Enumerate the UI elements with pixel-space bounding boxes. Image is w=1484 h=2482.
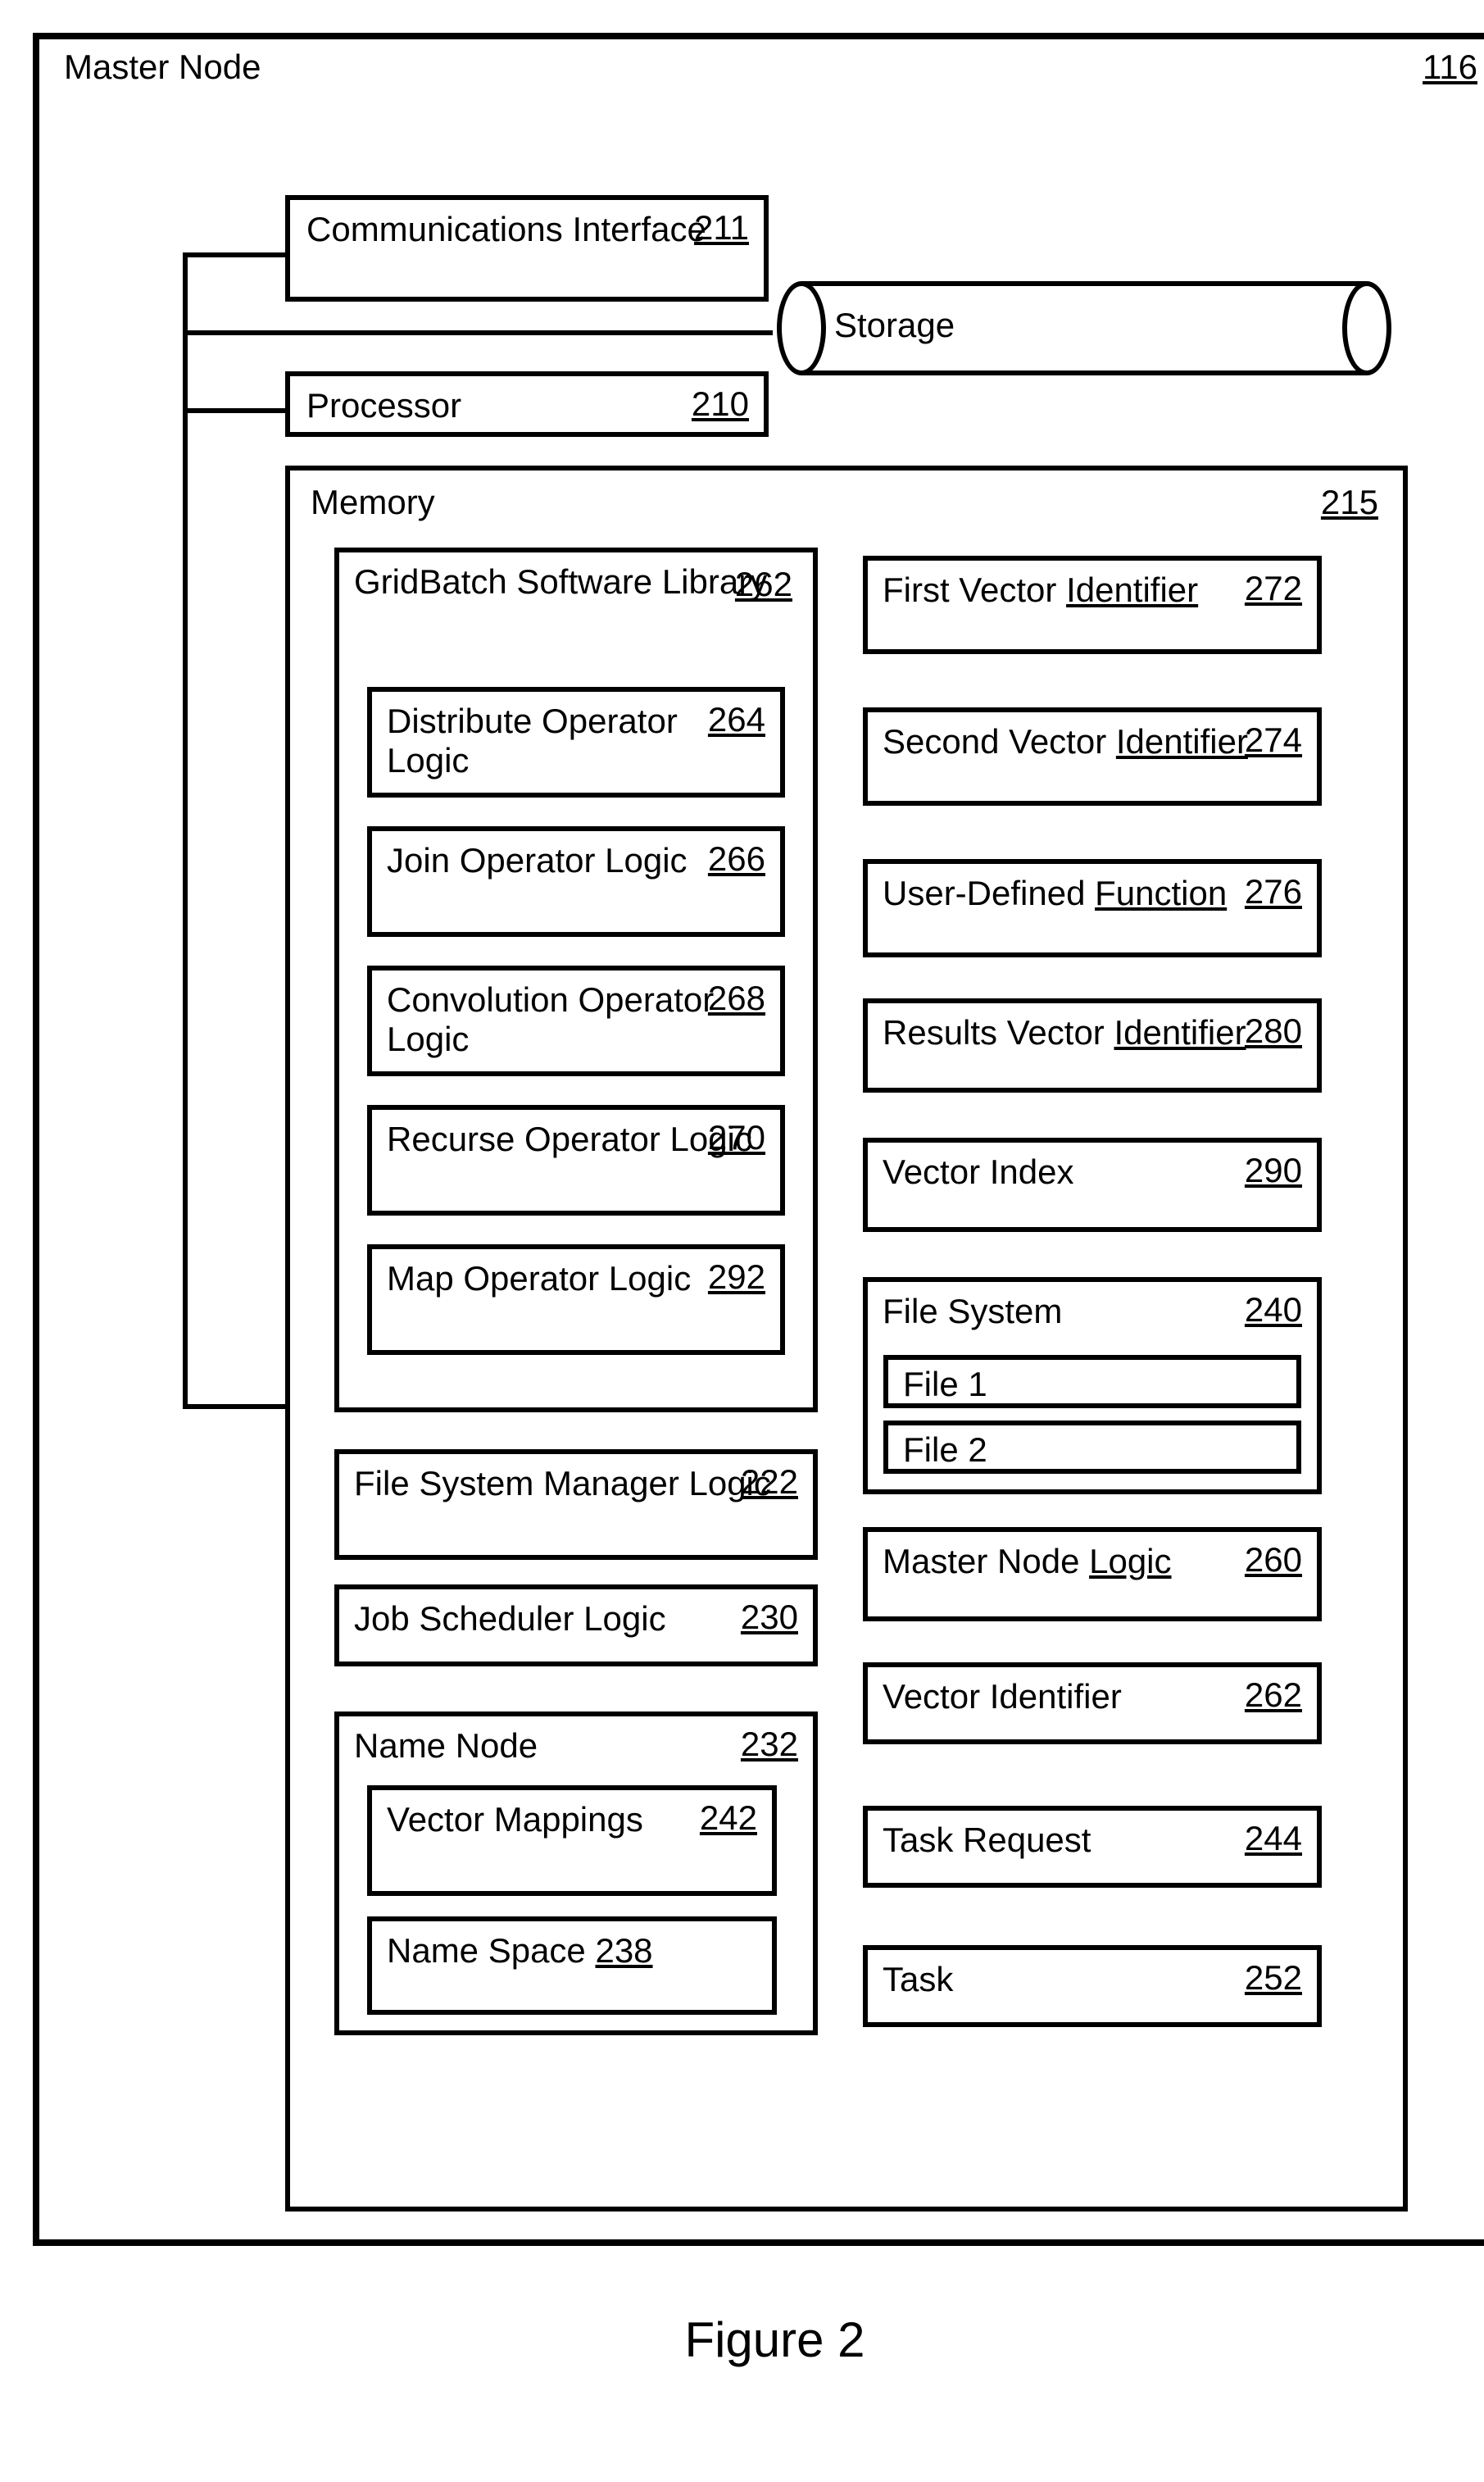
- bus-to-storage: [183, 330, 773, 335]
- convolution-operator-box: Convolution Operator Logic 268: [367, 966, 785, 1076]
- vector-mappings-ref: 242: [700, 1798, 757, 1838]
- file-system-manager-ref: 222: [741, 1462, 798, 1502]
- map-operator-box: Map Operator Logic 292: [367, 1244, 785, 1355]
- name-node-ref: 232: [741, 1725, 798, 1764]
- file-1-label: File 1: [888, 1360, 1296, 1404]
- communications-interface-box: Communications Interface 211: [285, 195, 769, 302]
- file-system-manager-box: File System Manager Logic 222: [334, 1449, 818, 1560]
- storage-cylinder: Storage: [777, 281, 1391, 375]
- vector-index-box: Vector Index 290: [863, 1138, 1322, 1232]
- user-defined-function-ref: 276: [1245, 872, 1302, 911]
- file-2-label: File 2: [888, 1425, 1296, 1470]
- recurse-operator-box: Recurse Operator Logic 270: [367, 1105, 785, 1216]
- convolution-operator-ref: 268: [708, 979, 765, 1018]
- figure-caption: Figure 2: [33, 2312, 1484, 2368]
- task-ref: 252: [1245, 1958, 1302, 1998]
- master-node-ref: 116: [1423, 48, 1477, 87]
- bus-to-comm: [183, 252, 289, 257]
- master-node-container: Master Node 116 Communications Interface…: [33, 33, 1484, 2246]
- storage-label: Storage: [834, 306, 955, 345]
- gridbatch-ref: 262: [735, 565, 792, 604]
- results-vector-identifier-box: Results Vector Identifier 280: [863, 998, 1322, 1093]
- job-scheduler-ref: 230: [741, 1598, 798, 1637]
- vector-identifier-ref: 262: [1245, 1675, 1302, 1715]
- name-space-box: Name Space 238: [367, 1916, 777, 2015]
- communications-interface-ref: 211: [694, 208, 749, 248]
- first-vector-identifier-box: First Vector Identifier 272: [863, 556, 1322, 654]
- file-1-box: File 1: [883, 1355, 1301, 1408]
- join-operator-ref: 266: [708, 839, 765, 879]
- user-defined-function-box: User-Defined Function 276: [863, 859, 1322, 957]
- file-system-ref: 240: [1245, 1290, 1302, 1330]
- memory-label: Memory: [311, 483, 435, 522]
- vector-identifier-box: Vector Identifier 262: [863, 1662, 1322, 1744]
- storage-cap-left: [777, 281, 826, 375]
- vector-mappings-box: Vector Mappings 242: [367, 1785, 777, 1896]
- results-vector-identifier-ref: 280: [1245, 1011, 1302, 1051]
- master-node-logic-ref: 260: [1245, 1540, 1302, 1580]
- processor-label: Processor: [306, 386, 747, 425]
- master-node-label: Master Node: [64, 48, 261, 87]
- second-vector-identifier-box: Second Vector Identifier 274: [863, 707, 1322, 806]
- task-request-box: Task Request 244: [863, 1806, 1322, 1888]
- task-box: Task 252: [863, 1945, 1322, 2027]
- processor-ref: 210: [692, 384, 749, 424]
- first-vector-identifier-ref: 272: [1245, 569, 1302, 608]
- distribute-operator-ref: 264: [708, 700, 765, 739]
- map-operator-ref: 292: [708, 1257, 765, 1297]
- bus-to-processor: [183, 408, 289, 413]
- task-request-ref: 244: [1245, 1819, 1302, 1858]
- processor-box: Processor 210: [285, 371, 769, 437]
- recurse-operator-ref: 270: [708, 1118, 765, 1157]
- master-node-logic-box: Master Node Logic 260: [863, 1527, 1322, 1621]
- storage-cap-right: [1342, 281, 1391, 375]
- communications-interface-label: Communications Interface: [306, 210, 747, 249]
- file-2-box: File 2: [883, 1421, 1301, 1474]
- bus-to-memory: [183, 1404, 289, 1409]
- name-space-ref: 238: [595, 1931, 652, 1970]
- second-vector-identifier-ref: 274: [1245, 721, 1302, 760]
- distribute-operator-box: Distribute Operator Logic 264: [367, 687, 785, 798]
- bus-vertical: [183, 252, 188, 1408]
- join-operator-box: Join Operator Logic 266: [367, 826, 785, 937]
- job-scheduler-box: Job Scheduler Logic 230: [334, 1584, 818, 1666]
- name-space-label: Name Space 238: [372, 1921, 772, 1971]
- vector-index-ref: 290: [1245, 1151, 1302, 1190]
- memory-ref: 215: [1321, 483, 1378, 522]
